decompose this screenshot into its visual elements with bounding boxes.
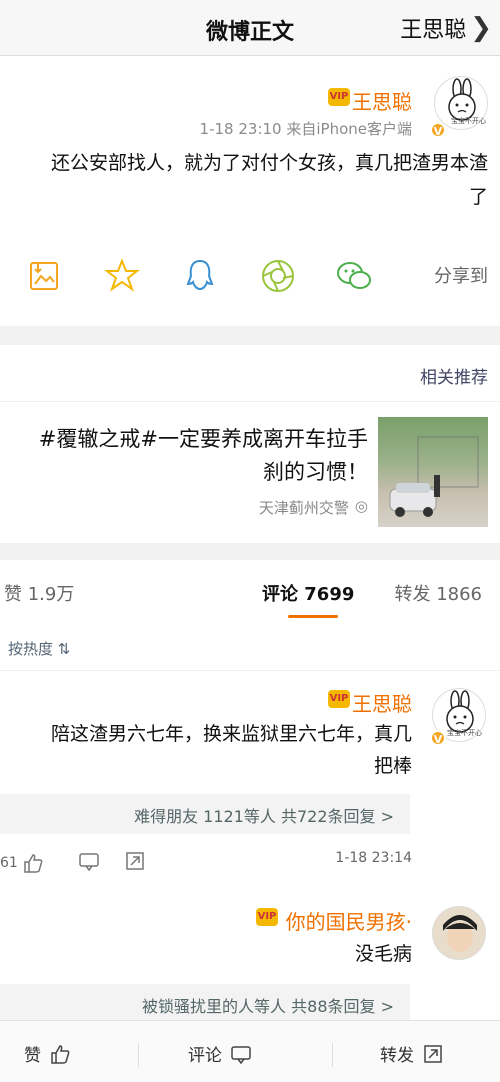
related-thumbnail[interactable] xyxy=(378,417,488,527)
comment-text: 没毛病 xyxy=(354,943,412,965)
post-meta: 1-18 23:10 来自iPhone客户端 xyxy=(199,120,412,138)
commenter-name[interactable]: 你的国民男孩· xyxy=(286,906,412,935)
back-label: 王思聪 xyxy=(400,18,467,43)
chevron-right-icon: ❯ xyxy=(470,13,492,43)
repost-button[interactable]: 转发 xyxy=(380,1041,444,1066)
related-title-line1[interactable]: #覆辙之戒#一定要养成离开车拉手 xyxy=(39,423,368,456)
comment-label: 评论 xyxy=(188,1046,222,1066)
like-button[interactable]: 赞 xyxy=(24,1041,71,1066)
like-comment-button[interactable]: 61 xyxy=(0,850,44,876)
related-title-line2[interactable]: 刹的习惯！ xyxy=(263,456,368,489)
comment-text-line1: 陪这渣男六七年，换来监狱里六七年，真几 xyxy=(50,723,412,745)
author-name[interactable]: 王思聪 xyxy=(352,86,412,115)
post-text-line1: 还公安部找人，就为了对付个女孩，真几把渣男本渣 xyxy=(50,152,488,174)
tab-repost[interactable]: 转发 1866 xyxy=(394,580,482,606)
member-crown-icon: VIP xyxy=(328,690,350,708)
repost-icon xyxy=(424,1044,442,1063)
tab-comment[interactable]: 评论 7699 xyxy=(262,580,354,606)
comment-tabs: 转发 1866 评论 7699 赞 1.9万 xyxy=(0,560,500,620)
related-source-name: 天津蓟州交警 xyxy=(258,499,349,517)
divider xyxy=(0,401,500,402)
qzone-icon[interactable] xyxy=(102,256,142,296)
repost-label: 转发 xyxy=(380,1046,414,1066)
related-recommendation: 相关推荐 #覆辙之戒#一定要养成离开车拉手 刹的习惯！ 天津蓟州交警 ◎ xyxy=(0,345,500,543)
tab-like[interactable]: 赞 1.9万 xyxy=(4,580,74,606)
wechat-icon[interactable] xyxy=(334,256,374,296)
replies-link[interactable]: 被锁骚扰里的人等人 共88条回复 > xyxy=(0,984,410,1020)
avatar-caption: 宝宝不开心 xyxy=(451,117,486,125)
replies-summary: 难得朋友 1121等人 共722条回复 > xyxy=(134,807,394,826)
comments-section: 转发 1866 评论 7699 赞 1.9万 按热度 ⇅ 宝宝不开心 V 王思聪… xyxy=(0,560,500,1020)
active-tab-indicator xyxy=(288,615,338,618)
like-count: 61 xyxy=(0,855,18,871)
thumbs-up-icon xyxy=(51,1044,70,1064)
member-crown-icon: VIP xyxy=(328,88,350,106)
replies-link[interactable]: 难得朋友 1121等人 共722条回复 > xyxy=(0,794,410,834)
commenter-name[interactable]: 王思聪 xyxy=(352,688,412,717)
share-label: 分享到 xyxy=(434,266,488,287)
member-crown-icon: VIP xyxy=(256,908,278,926)
avatar-caption: 宝宝不开心 xyxy=(447,729,482,737)
related-header: 相关推荐 xyxy=(420,368,488,388)
share-row: 分享到 xyxy=(0,248,500,304)
divider xyxy=(0,670,500,671)
person-avatar xyxy=(433,907,485,959)
car-photo xyxy=(389,436,479,517)
like-label: 赞 xyxy=(24,1046,41,1066)
comment-text-line2: 把棒 xyxy=(373,755,412,777)
moments-icon[interactable] xyxy=(258,256,298,296)
qq-icon[interactable] xyxy=(180,256,220,296)
save-image-icon[interactable] xyxy=(24,256,64,296)
comment-icon xyxy=(231,1045,251,1064)
post-text-line2: 了 xyxy=(468,186,488,208)
repost-comment-icon[interactable] xyxy=(124,850,146,872)
navigation-bar: 微博正文 王思聪 ❯ xyxy=(0,0,500,56)
related-source: 天津蓟州交警 ◎ xyxy=(259,497,368,518)
verified-badge: V xyxy=(430,122,446,138)
verified-badge: V xyxy=(430,730,446,746)
replies-summary: 被锁骚扰里的人等人 共88条回复 > xyxy=(142,997,394,1016)
comment-button[interactable]: 评论 xyxy=(188,1041,252,1066)
reply-comment-icon[interactable] xyxy=(78,850,100,872)
source-icon: ◎ xyxy=(354,497,368,515)
back-button[interactable]: 王思聪 ❯ xyxy=(400,12,492,44)
divider xyxy=(138,1043,139,1067)
commenter-avatar[interactable] xyxy=(432,906,486,960)
bottom-action-bar: 转发 评论 赞 xyxy=(0,1020,500,1082)
post-card: 宝宝不开心 V 王思聪 VIP 1-18 23:10 来自iPhone客户端 还… xyxy=(0,56,500,326)
sort-by-hot[interactable]: 按热度 ⇅ xyxy=(8,638,70,659)
comment-time: 1-18 23:14 xyxy=(335,850,412,866)
thumbs-up-icon xyxy=(24,854,43,873)
divider xyxy=(332,1043,333,1067)
